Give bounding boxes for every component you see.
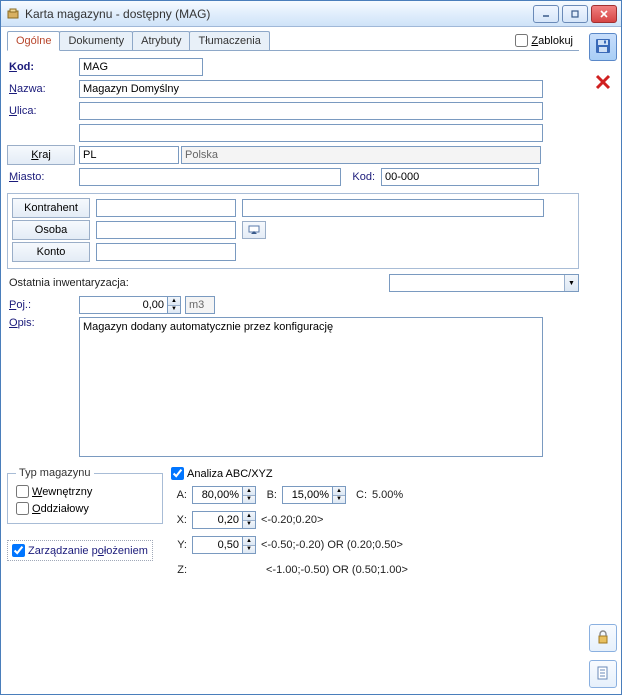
zablokuj-checkbox[interactable]: ZZablokujablokuj	[515, 34, 573, 47]
kod-input[interactable]	[79, 58, 203, 76]
spin-up-icon[interactable]: ▲	[243, 487, 255, 496]
kraj-button[interactable]: Kraj	[7, 145, 75, 165]
save-button[interactable]	[589, 33, 617, 61]
opis-label: Opis:	[7, 317, 79, 329]
window-icon	[5, 6, 21, 22]
abc-x-range: <-0.20;0.20>	[261, 514, 323, 526]
abc-z-range: <-1.00;-0.50) OR (0.50;1.00>	[266, 564, 408, 576]
abc-c-label: C:	[351, 489, 367, 501]
spin-up-icon[interactable]: ▲	[333, 487, 345, 496]
spin-down-icon[interactable]: ▼	[243, 546, 255, 554]
ostinw-label: Ostatnia inwentaryzacja:	[7, 277, 147, 289]
abc-b-spinner[interactable]: ▲▼	[282, 486, 346, 504]
floppy-icon	[594, 37, 612, 58]
window-title: Karta magazynu - dostępny (MAG)	[25, 7, 533, 21]
nazwa-input[interactable]	[79, 80, 543, 98]
document-button[interactable]	[589, 660, 617, 688]
tab-atrybuty[interactable]: Atrybuty	[132, 31, 190, 50]
padlock-icon	[595, 629, 611, 648]
nazwa-label: Nazwa:	[7, 83, 79, 95]
oddzialowy-checkbox[interactable]: Oddziałowy	[16, 502, 154, 515]
ostinw-input[interactable]	[390, 275, 564, 291]
poj-unit	[185, 296, 215, 314]
osoba-dropdown-icon[interactable]	[242, 221, 266, 239]
abc-y-label: Y:	[171, 539, 187, 551]
poj-label: Poj.:	[7, 299, 79, 311]
abc-y-spinner[interactable]: ▲▼	[192, 536, 256, 554]
spin-up-icon[interactable]: ▲	[243, 537, 255, 546]
abc-c-value: 5.00%	[372, 489, 403, 501]
kod2-label: Kod:	[341, 171, 381, 183]
osoba-input[interactable]	[96, 221, 236, 239]
konto-button[interactable]: Konto	[12, 242, 90, 262]
tab-ogolne[interactable]: Ogólne	[7, 31, 60, 51]
miasto-label: Miasto:	[7, 171, 79, 183]
kraj-name-input	[181, 146, 541, 164]
tab-dokumenty[interactable]: Dokumenty	[59, 31, 133, 50]
typ-magazynu-legend: Typ magazynu	[16, 467, 94, 479]
abc-z-label: Z:	[171, 564, 187, 576]
close-button[interactable]	[591, 5, 617, 23]
kod-label: Kod:	[7, 61, 79, 73]
abc-y-range: <-0.50;-0.20) OR (0.20;0.50>	[261, 539, 403, 551]
maximize-button[interactable]	[562, 5, 588, 23]
ulica-input-1[interactable]	[79, 102, 543, 120]
document-icon	[595, 665, 611, 684]
abc-a-spinner[interactable]: ▲▼	[192, 486, 256, 504]
delete-button[interactable]	[589, 69, 617, 97]
typ-magazynu-fieldset: Typ magazynu Wewnętrzny Oddziałowy	[7, 467, 163, 524]
opis-textarea[interactable]: Magazyn dodany automatycznie przez konfi…	[79, 317, 543, 457]
abc-b-label: B:	[261, 489, 277, 501]
miasto-input[interactable]	[79, 168, 341, 186]
kontrahent-input-2[interactable]	[242, 199, 544, 217]
poj-input[interactable]	[79, 296, 167, 314]
spin-up-icon[interactable]: ▲	[243, 512, 255, 521]
abc-x-spinner[interactable]: ▲▼	[192, 511, 256, 529]
zarzadzanie-checkbox[interactable]: Zarządzanie położeniem	[12, 544, 148, 557]
ulica-input-2[interactable]	[79, 124, 543, 142]
tabs-row: Ogólne Dokumenty Atrybuty Tłumaczenia ZZ…	[7, 31, 579, 51]
abc-x-label: X:	[171, 514, 187, 526]
lock-button[interactable]	[589, 624, 617, 652]
kontrahent-input-1[interactable]	[96, 199, 236, 217]
abc-a-label: A:	[171, 489, 187, 501]
spin-down-icon[interactable]: ▼	[243, 496, 255, 504]
konto-input[interactable]	[96, 243, 236, 261]
analiza-abc-checkbox[interactable]: Analiza ABC/XYZ	[171, 467, 579, 480]
ulica-label: Ulica:	[7, 105, 79, 117]
spin-down-icon[interactable]: ▼	[333, 496, 345, 504]
ostinw-combo[interactable]: ▼	[389, 274, 579, 292]
kod2-input[interactable]	[381, 168, 539, 186]
kontrahent-button[interactable]: Kontrahent	[12, 198, 90, 218]
spin-down-icon[interactable]: ▼	[243, 521, 255, 529]
kraj-code-input[interactable]	[79, 146, 179, 164]
spin-up-icon[interactable]: ▲	[168, 297, 180, 306]
titlebar: Karta magazynu - dostępny (MAG)	[1, 1, 621, 27]
osoba-button[interactable]: Osoba	[12, 220, 90, 240]
x-icon	[593, 72, 613, 95]
chevron-down-icon[interactable]: ▼	[564, 275, 578, 291]
tab-tlumaczenia[interactable]: Tłumaczenia	[189, 31, 269, 50]
poj-spinner[interactable]: ▲ ▼	[79, 296, 181, 314]
spin-down-icon[interactable]: ▼	[168, 306, 180, 314]
minimize-button[interactable]	[533, 5, 559, 23]
wewnetrzny-checkbox[interactable]: Wewnętrzny	[16, 485, 154, 498]
